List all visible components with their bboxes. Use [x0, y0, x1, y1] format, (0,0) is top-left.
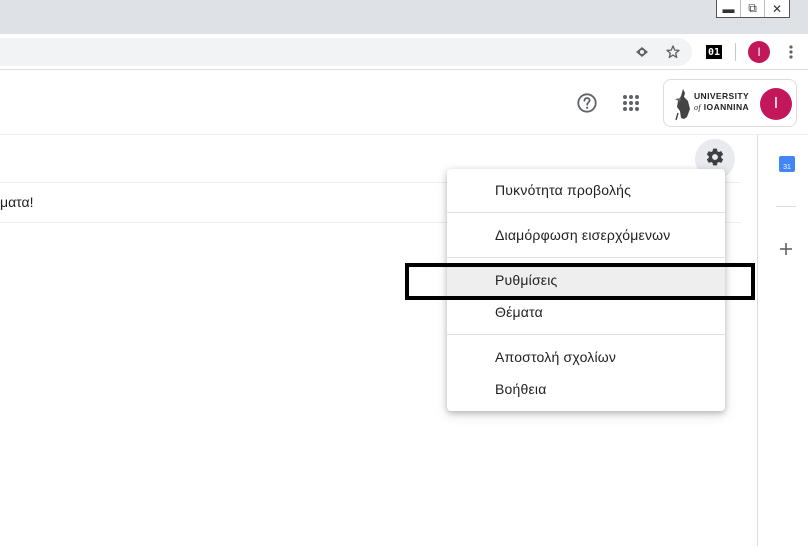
browser-menu-icon[interactable] — [780, 41, 802, 63]
add-addon-icon[interactable] — [778, 241, 794, 257]
browser-titlebar — [0, 0, 808, 34]
help-icon[interactable] — [569, 85, 605, 121]
menu-item-themes[interactable]: Θέματα — [447, 296, 725, 328]
menu-item-send-feedback[interactable]: Αποστολή σχολίων — [447, 341, 725, 373]
star-icon[interactable] — [662, 41, 684, 63]
menu-divider — [447, 212, 725, 213]
browser-profile-avatar[interactable]: I — [748, 41, 770, 63]
university-logo-icon — [672, 87, 694, 126]
extension-icon[interactable]: 01 — [706, 45, 722, 59]
message-text: ματα! — [0, 194, 34, 210]
restore-icon[interactable]: ⧉ — [741, 0, 765, 17]
toolbar-divider — [735, 43, 736, 61]
eye-icon[interactable] — [631, 41, 653, 63]
menu-item-display-density[interactable]: Πυκνότητα προβολής — [447, 174, 725, 206]
minimize-icon[interactable]: ▬ — [717, 0, 741, 17]
window-controls: ▬ ⧉ ✕ — [716, 0, 790, 18]
calendar-icon[interactable]: 31 — [779, 156, 795, 172]
address-bar[interactable] — [0, 38, 692, 66]
apps-grid-icon[interactable] — [613, 85, 649, 121]
side-panel: 31 — [757, 135, 808, 546]
browser-toolbar: 01 I — [0, 34, 808, 70]
close-icon[interactable]: ✕ — [765, 0, 789, 17]
menu-divider — [447, 257, 725, 258]
university-name: UNIVERSITY of IOANNINA — [694, 91, 750, 112]
annotation-highlight-frame — [405, 263, 755, 300]
menu-item-help[interactable]: Βοήθεια — [447, 373, 725, 405]
menu-item-configure-inbox[interactable]: Διαμόρφωση εισερχόμενων — [447, 219, 725, 251]
side-panel-divider — [776, 206, 796, 207]
gear-icon — [705, 147, 725, 172]
account-avatar[interactable]: I — [760, 88, 792, 120]
account-switcher[interactable]: UNIVERSITY of IOANNINA I — [663, 79, 797, 127]
menu-divider — [447, 334, 725, 335]
